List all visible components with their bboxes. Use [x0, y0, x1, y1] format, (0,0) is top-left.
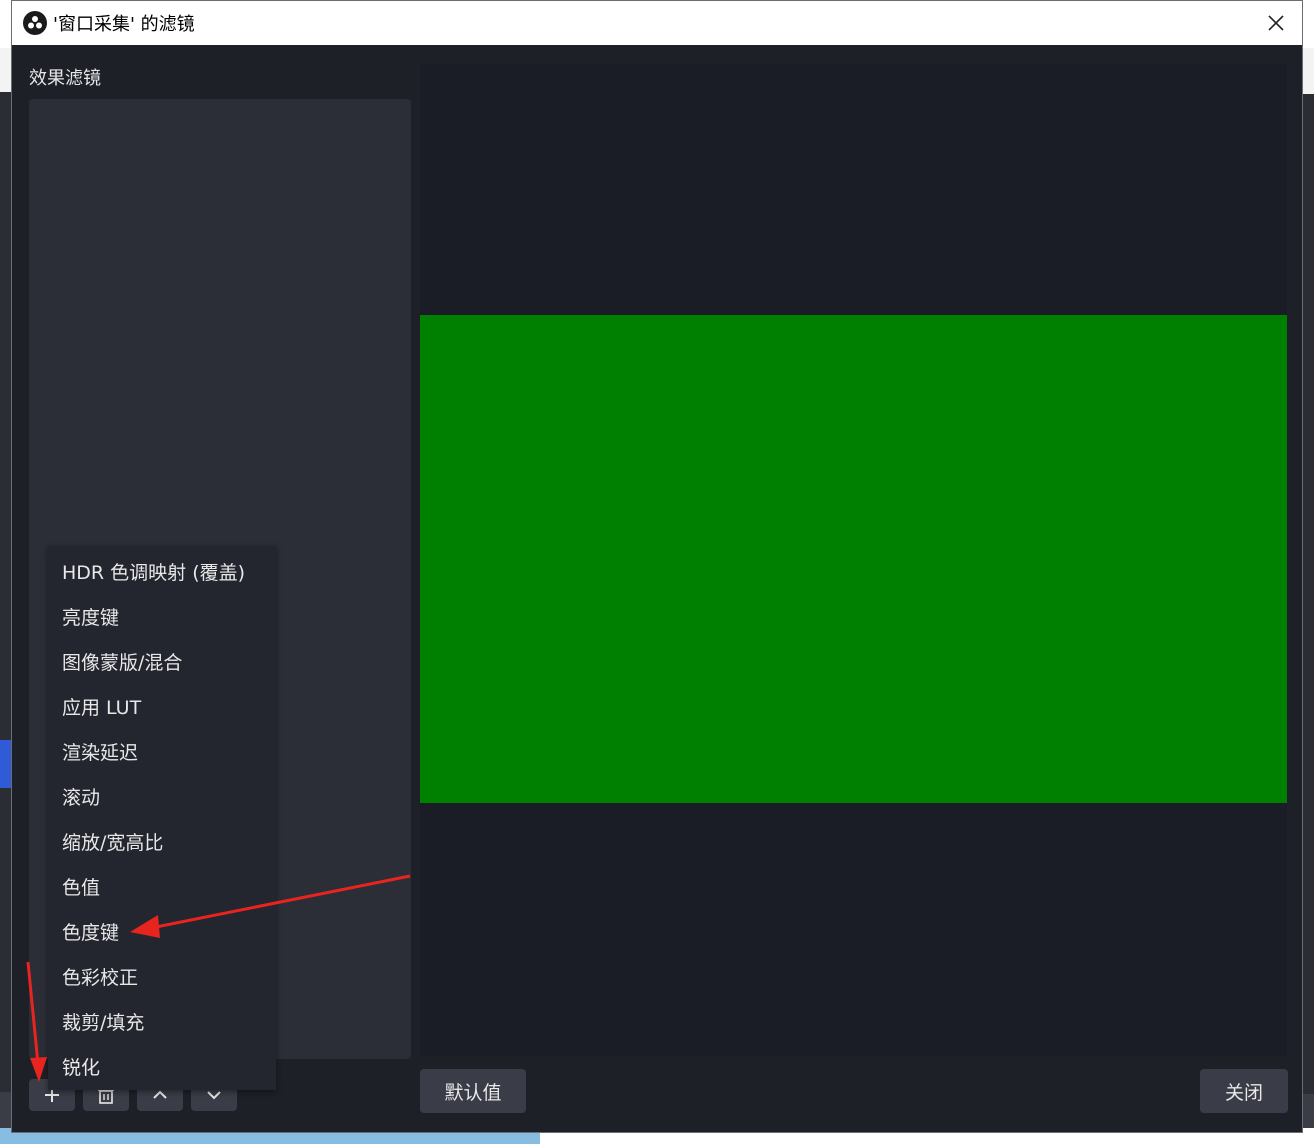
background-app-right-panel	[1302, 94, 1314, 1094]
menu-item-color-correction[interactable]: 色彩校正	[48, 956, 276, 1001]
menu-item-apply-lut[interactable]: 应用 LUT	[48, 686, 276, 731]
background-app-right-edge	[1302, 48, 1314, 94]
window-close-button[interactable]	[1262, 9, 1290, 37]
menu-item-sharpen[interactable]: 锐化	[48, 1046, 276, 1091]
defaults-button[interactable]: 默认值	[420, 1069, 526, 1113]
menu-item-color-key[interactable]: 色值	[48, 866, 276, 911]
menu-item-scroll[interactable]: 滚动	[48, 776, 276, 821]
menu-item-luma-key[interactable]: 亮度键	[48, 596, 276, 641]
menu-item-render-delay[interactable]: 渲染延迟	[48, 731, 276, 776]
menu-item-crop-pad[interactable]: 裁剪/填充	[48, 1001, 276, 1046]
obs-logo-icon	[23, 11, 47, 35]
menu-item-image-mask-blend[interactable]: 图像蒙版/混合	[48, 641, 276, 686]
effect-filters-label: 效果滤镜	[29, 68, 101, 89]
preview-area	[420, 64, 1287, 1056]
menu-item-chroma-key[interactable]: 色度键	[48, 911, 276, 956]
menu-item-hdr-tonemap[interactable]: HDR 色调映射 (覆盖)	[48, 551, 276, 596]
preview-source-image	[420, 315, 1287, 803]
close-button[interactable]: 关闭	[1200, 1069, 1288, 1113]
title-bar: '窗口采集' 的滤镜	[12, 1, 1302, 45]
window-title: '窗口采集' 的滤镜	[53, 14, 195, 35]
menu-item-scale-aspect[interactable]: 缩放/宽高比	[48, 821, 276, 866]
close-icon	[1268, 15, 1284, 31]
add-filter-menu: HDR 色调映射 (覆盖) 亮度键 图像蒙版/混合 应用 LUT 渲染延迟 滚动…	[48, 546, 276, 1090]
